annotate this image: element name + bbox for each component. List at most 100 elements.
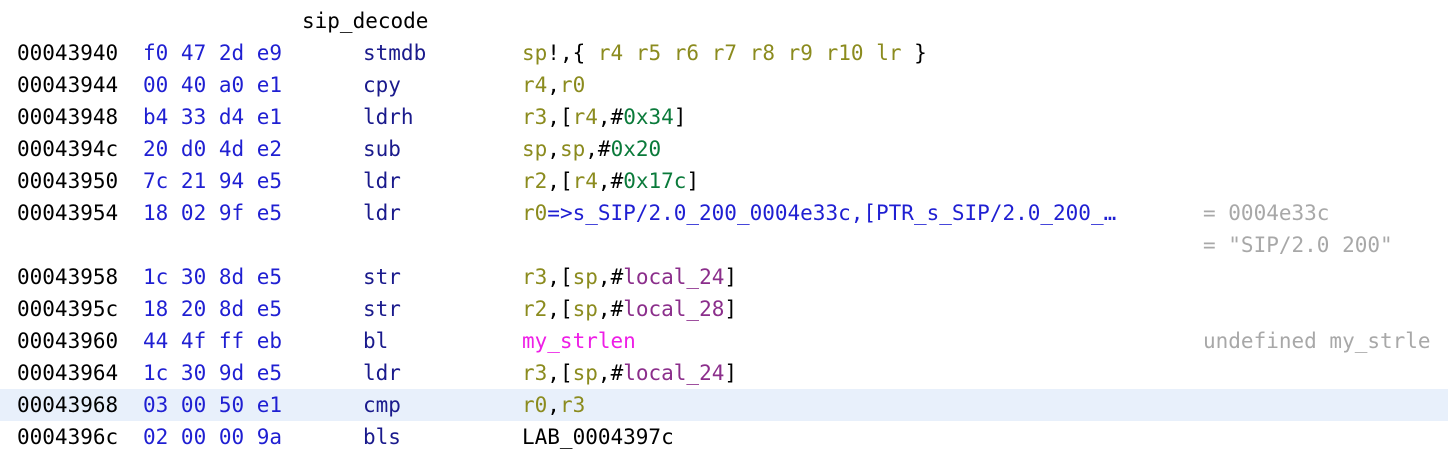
operand-register: r4 <box>572 105 598 129</box>
instruction-row[interactable]: 0004395c 18 20 8d e5 str r2,[sp,#local_2… <box>0 293 1448 325</box>
instruction-bytes: 00 40 a0 e1 <box>143 73 283 97</box>
operand-local-variable[interactable]: local_24 <box>623 361 724 385</box>
instruction-operands[interactable]: sp,sp,#0x20 <box>522 133 661 165</box>
instruction-mnemonic[interactable]: cmp <box>363 389 401 421</box>
operand-register: r4 <box>597 41 624 65</box>
instruction-mnemonic[interactable]: str <box>363 261 401 293</box>
operand-punct: , <box>547 169 560 193</box>
instruction-bytes: 18 20 8d e5 <box>143 297 283 321</box>
comment-continuation-row: = "SIP/2.0 200" <box>0 229 1448 261</box>
instruction-row[interactable]: 0004396c 02 00 00 9a bls LAB_0004397c <box>0 421 1448 453</box>
instruction-address[interactable]: 00043948 <box>17 101 118 133</box>
instruction-mnemonic[interactable]: stmdb <box>363 37 426 69</box>
instruction-operands[interactable]: r0=>s_SIP/2.0_200_0004e33c,[PTR_s_SIP/2.… <box>522 197 1116 229</box>
instruction-mnemonic[interactable]: bl <box>363 325 388 357</box>
instruction-operands[interactable]: r3,[r4,#0x34] <box>522 101 686 133</box>
operand-punct: ] <box>724 265 738 289</box>
operand-immediate: 0x20 <box>610 137 662 161</box>
instruction-mnemonic[interactable]: ldrh <box>363 101 414 133</box>
operand-punct: [ <box>559 105 573 129</box>
operand-register: r3 <box>522 265 548 289</box>
instruction-row[interactable]: 00043964 1c 30 9d e5 ldr r3,[sp,#local_2… <box>0 357 1448 389</box>
instruction-row[interactable]: 00043940 f0 47 2d e9 stmdb sp!,{ r4 r5 r… <box>0 37 1448 69</box>
operand-function-reference[interactable]: my_strlen <box>522 329 636 353</box>
instruction-mnemonic[interactable]: ldr <box>363 357 401 389</box>
instruction-row[interactable]: 00043958 1c 30 8d e5 str r3,[sp,#local_2… <box>0 261 1448 293</box>
operand-register: sp <box>572 361 598 385</box>
instruction-operands[interactable]: sp!,{ r4 r5 r6 r7 r8 r9 r10 lr } <box>522 37 927 69</box>
instruction-bytes: 18 02 9f e5 <box>143 201 283 225</box>
instruction-operands[interactable]: r3,[sp,#local_24] <box>522 261 737 293</box>
operand-punct: !,{ <box>547 41 598 65</box>
instruction-bytes: 03 00 50 e1 <box>143 393 283 417</box>
instruction-operands[interactable]: r3,[sp,#local_24] <box>522 357 737 389</box>
instruction-address[interactable]: 00043960 <box>17 325 118 357</box>
instruction-address[interactable]: 0004395c <box>17 293 118 325</box>
instruction-row[interactable]: 00043950 7c 21 94 e5 ldr r2,[r4,#0x17c] <box>0 165 1448 197</box>
operand-punct: [ <box>559 297 573 321</box>
instruction-mnemonic[interactable]: ldr <box>363 165 401 197</box>
instruction-mnemonic[interactable]: ldr <box>363 197 401 229</box>
instruction-mnemonic[interactable]: cpy <box>363 69 401 101</box>
operand-punct: # <box>610 361 624 385</box>
instruction-bytes: 7c 21 94 e5 <box>143 169 283 193</box>
operand-string-reference[interactable]: =>s_SIP/2.0_200_0004e33c,[PTR_s_SIP/2.0_… <box>547 201 1116 225</box>
instruction-address[interactable]: 00043968 <box>17 389 118 421</box>
instruction-row[interactable]: 00043960 44 4f ff eb bl my_strlen undefi… <box>0 325 1448 357</box>
function-name-label[interactable]: sip_decode <box>302 5 428 37</box>
instruction-operands[interactable]: r4,r0 <box>522 69 585 101</box>
instruction-address[interactable]: 00043954 <box>17 197 118 229</box>
operand-label-reference[interactable]: LAB_0004397c <box>522 425 674 449</box>
operand-punct: , <box>547 105 560 129</box>
operand-punct: , <box>585 137 598 161</box>
instruction-row[interactable]: 0004394c 20 d0 4d e2 sub sp,sp,#0x20 <box>0 133 1448 165</box>
operand-register: lr <box>876 41 902 65</box>
instruction-address[interactable]: 00043940 <box>17 37 118 69</box>
operand-register: sp <box>522 137 548 161</box>
operand-immediate: 0x34 <box>623 105 674 129</box>
operand-register: r3 <box>522 105 548 129</box>
operand-local-variable[interactable]: local_28 <box>623 297 724 321</box>
operand-register: r9 <box>787 41 813 65</box>
operand-local-variable[interactable]: local_24 <box>623 265 724 289</box>
instruction-operands[interactable]: LAB_0004397c <box>522 421 674 453</box>
operand-punct: } <box>901 41 927 65</box>
operand-register: r3 <box>522 361 548 385</box>
instruction-row[interactable]: 00043944 00 40 a0 e1 cpy r4,r0 <box>0 69 1448 101</box>
instruction-address[interactable]: 00043964 <box>17 357 118 389</box>
operand-register: r2 <box>522 169 548 193</box>
instruction-operands[interactable]: r2,[sp,#local_28] <box>522 293 737 325</box>
instruction-mnemonic[interactable]: str <box>363 293 401 325</box>
instruction-bytes: f0 47 2d e9 <box>143 41 283 65</box>
instruction-mnemonic[interactable]: sub <box>363 133 401 165</box>
operand-register: sp <box>522 41 548 65</box>
instruction-mnemonic[interactable]: bls <box>363 421 401 453</box>
operand-punct: ] <box>673 105 687 129</box>
operand-register: r4 <box>572 169 598 193</box>
function-label-row: sip_decode <box>0 5 1448 37</box>
operand-punct: [ <box>559 169 573 193</box>
instruction-operands[interactable]: my_strlen <box>522 325 636 357</box>
operand-punct: , <box>547 137 560 161</box>
operand-punct: # <box>597 137 611 161</box>
operand-register: r3 <box>559 393 586 417</box>
instruction-address[interactable]: 00043944 <box>17 69 118 101</box>
instruction-address[interactable]: 00043958 <box>17 261 118 293</box>
instruction-address[interactable]: 0004394c <box>17 133 118 165</box>
instruction-row-selected[interactable]: 00043968 03 00 50 e1 cmp r0,r3 <box>0 389 1448 421</box>
disassembly-listing: sip_decode 00043940 f0 47 2d e9 stmdb sp… <box>0 5 1448 453</box>
operand-register: r7 <box>711 41 738 65</box>
operand-register: sp <box>572 265 598 289</box>
instruction-operands[interactable]: r0,r3 <box>522 389 585 421</box>
instruction-row[interactable]: 00043948 b4 33 d4 e1 ldrh r3,[r4,#0x34] <box>0 101 1448 133</box>
operand-register: r5 <box>635 41 662 65</box>
operand-immediate: 0x17c <box>623 169 687 193</box>
instruction-operands[interactable]: r2,[r4,#0x17c] <box>522 165 699 197</box>
instruction-address[interactable]: 0004396c <box>17 421 118 453</box>
instruction-address[interactable]: 00043950 <box>17 165 118 197</box>
operand-punct: , <box>597 265 611 289</box>
instruction-row[interactable]: 00043954 18 02 9f e5 ldr r0=>s_SIP/2.0_2… <box>0 197 1448 229</box>
operand-punct: , <box>547 393 560 417</box>
operand-punct: , <box>597 105 611 129</box>
operand-register: r8 <box>749 41 775 65</box>
